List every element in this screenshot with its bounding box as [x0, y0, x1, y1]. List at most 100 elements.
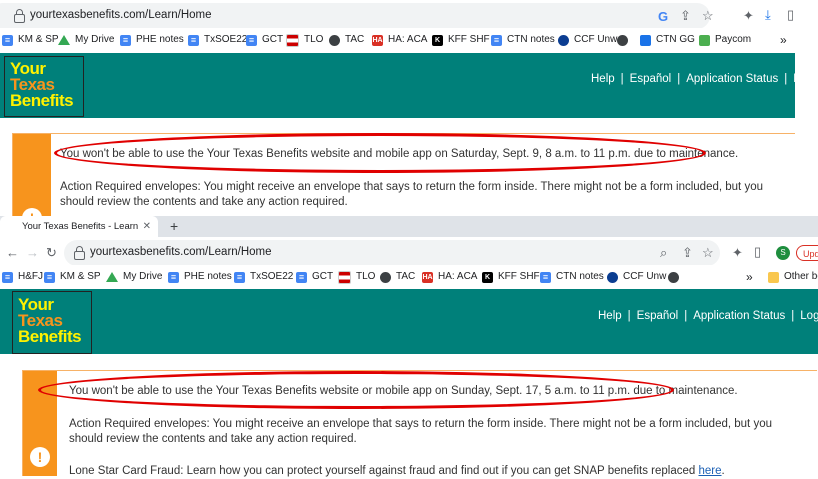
doc-icon: [188, 34, 199, 46]
sidepanel-icon[interactable]: ▯: [754, 245, 761, 259]
folder-icon: [768, 271, 779, 283]
bookmark-ha-aca[interactable]: HA HA: ACA: [372, 32, 427, 48]
fraud-period: .: [721, 465, 725, 477]
bookmark-km-sp[interactable]: KM & SP: [44, 269, 101, 285]
nav-application-status[interactable]: Application Status: [686, 73, 778, 85]
nav-help[interactable]: Help: [598, 310, 622, 322]
bookmark-ctn-notes[interactable]: CTN notes: [491, 32, 555, 48]
bookmark-ccf-unw[interactable]: CCF Unw: [607, 269, 666, 285]
bookmark-label: GCT: [262, 34, 284, 45]
paycom-icon: [699, 34, 710, 46]
bookmark-globe[interactable]: [668, 269, 684, 285]
fraud-here-link[interactable]: here: [698, 465, 721, 477]
bookmark-phe-notes[interactable]: PHE notes: [120, 32, 184, 48]
bookmark-hfj[interactable]: H&FJ: [2, 269, 43, 285]
bookmark-txsoe22[interactable]: TxSOE22: [234, 269, 293, 285]
forward-icon[interactable]: →: [26, 246, 39, 260]
bookmark-label: CCF Unw: [574, 34, 618, 45]
bookmark-tlo[interactable]: TLO: [338, 269, 375, 285]
bookmark-ctn-gg[interactable]: CTN GG: [640, 32, 695, 48]
top-omnibox[interactable]: yourtexasbenefits.com/Learn/Home G ⇪ ☆: [0, 3, 714, 29]
bookmark-phe-notes[interactable]: PHE notes: [168, 269, 232, 285]
bookmark-label: KFF SHF: [498, 271, 540, 282]
bookmark-km-sp[interactable]: KM & SP: [2, 32, 59, 48]
other-bookmarks[interactable]: Other bo: [768, 269, 818, 285]
bookmark-ccf-unw[interactable]: CCF Unw: [558, 32, 617, 48]
bookmark-label: GCT: [312, 271, 334, 282]
tab-strip: Your Texas Benefits - Learn ✕ +: [0, 216, 818, 237]
new-tab-button[interactable]: +: [170, 216, 178, 237]
doc-icon: [246, 34, 257, 46]
google-icon[interactable]: G: [658, 10, 668, 24]
bookmark-label: PHE notes: [184, 271, 232, 282]
bookmark-label: TxSOE22: [250, 271, 294, 282]
extensions-icon[interactable]: ✦: [732, 246, 743, 260]
doc-icon: [540, 271, 551, 283]
share-icon[interactable]: ⇪: [682, 246, 693, 260]
bookmark-label: CTN notes: [507, 34, 555, 45]
extensions-icon[interactable]: ✦: [743, 9, 754, 23]
bookmark-my-drive[interactable]: My Drive: [58, 32, 114, 48]
bookmark-paycom[interactable]: Paycom: [699, 32, 751, 48]
drive-icon: [58, 35, 70, 45]
share-icon[interactable]: ⇪: [680, 9, 691, 23]
lock-icon: [74, 246, 85, 260]
nav-login[interactable]: Log: [793, 73, 812, 85]
globe-icon: [329, 34, 340, 46]
bookmark-txsoe22[interactable]: TxSOE22: [188, 32, 247, 48]
close-icon[interactable]: ✕: [143, 216, 151, 237]
bottom-nav: Help|Español|Application Status|Log In: [598, 310, 818, 322]
doc-icon: [491, 34, 502, 46]
top-url: yourtexasbenefits.com/Learn/Home: [30, 9, 212, 21]
bookmarks-overflow[interactable]: »: [780, 32, 787, 48]
alert-bar: !: [13, 134, 51, 228]
top-bookmarks-bar: KM & SP My Drive PHE notes TxSOE22 GCT T…: [0, 28, 818, 52]
bottom-site-header: Your Texas Benefits Help | Español | Applica…: [0, 289, 818, 354]
bookmark-tlo[interactable]: TLO: [286, 32, 323, 48]
top-site-header: Your Texas Benefits Help | Español | Applica…: [0, 53, 812, 118]
tab-ytb-learn[interactable]: Your Texas Benefits - Learn ✕: [0, 216, 158, 237]
bookmark-tac[interactable]: TAC: [380, 269, 415, 285]
logo-word: Benefits: [18, 327, 82, 346]
profile-avatar[interactable]: S: [776, 246, 790, 260]
nav-help[interactable]: Help: [591, 73, 615, 85]
reload-icon[interactable]: ↻: [46, 246, 57, 260]
update-button[interactable]: Upd: [796, 245, 818, 261]
download-icon[interactable]: ⤓: [765, 8, 771, 22]
bottom-bookmarks-bar: H&FJ KM & SP My Drive PHE notes TxSOE22 …: [0, 265, 818, 289]
sidepanel-icon[interactable]: ▯: [787, 8, 794, 22]
bookmarks-overflow[interactable]: »: [746, 269, 753, 285]
back-icon[interactable]: ←: [6, 246, 19, 260]
bookmark-globe[interactable]: [617, 32, 633, 48]
ytb-logo[interactable]: Your Texas Benefits: [4, 56, 84, 117]
bookmark-label: TAC: [396, 271, 416, 282]
bottom-omnibox[interactable]: yourtexasbenefits.com/Learn/Home ⌕ ⇪ ☆: [64, 240, 720, 266]
bookmark-ctn-notes[interactable]: CTN notes: [540, 269, 604, 285]
ha-icon: HA: [372, 34, 383, 46]
bookmark-my-drive[interactable]: My Drive: [106, 269, 162, 285]
bookmark-tac[interactable]: TAC: [329, 32, 364, 48]
doc-icon: [234, 271, 245, 283]
bottom-fraud-message: Lone Star Card Fraud: Learn how you can …: [69, 464, 725, 479]
fraud-text: Lone Star Card Fraud: Learn how you can …: [69, 465, 696, 477]
zoom-icon[interactable]: ⌕: [660, 246, 667, 260]
bookmark-gct[interactable]: GCT: [296, 269, 333, 285]
nav-application-status[interactable]: Application Status: [693, 310, 785, 322]
drive-icon: [106, 272, 118, 282]
bookmark-ha-aca[interactable]: HA HA: ACA: [422, 269, 477, 285]
ytb-logo[interactable]: Your Texas Benefits: [12, 291, 92, 354]
bookmark-label: Other bo: [784, 271, 818, 282]
bookmark-kff-shf[interactable]: K KFF SHF: [482, 269, 540, 285]
logo-word: Benefits: [10, 91, 74, 110]
bottom-red-ellipse: [38, 371, 674, 409]
nav-login[interactable]: Log In: [800, 310, 818, 322]
star-icon[interactable]: ☆: [702, 246, 714, 260]
nav-espanol[interactable]: Español: [637, 310, 679, 322]
bookmark-kff-shf[interactable]: K KFF SHF: [432, 32, 490, 48]
bottom-envelopes-message: Action Required envelopes: You might rec…: [69, 418, 772, 445]
nav-espanol[interactable]: Español: [630, 73, 672, 85]
bookmark-gct[interactable]: GCT: [246, 32, 283, 48]
star-icon[interactable]: ☆: [702, 9, 714, 23]
doc-icon: [2, 271, 13, 283]
bookmark-label: TAC: [345, 34, 365, 45]
